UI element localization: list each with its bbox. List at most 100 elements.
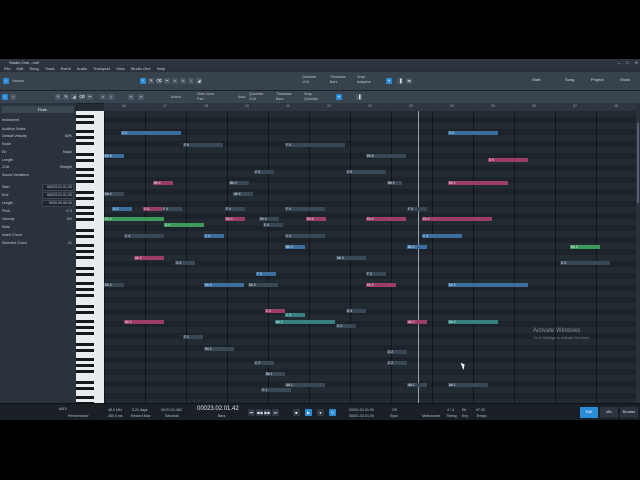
midi-note[interactable]: Eb 4 — [259, 217, 279, 221]
maximize-button[interactable]: □ — [626, 60, 628, 65]
editor-eraser-icon[interactable]: ⌫ — [79, 94, 85, 100]
midi-note[interactable]: G 5 — [121, 131, 181, 135]
midi-note[interactable]: G 4 — [143, 207, 163, 211]
editor-zoom-icon[interactable]: ⌕ — [138, 94, 144, 100]
midi-note[interactable]: Ab 3 — [134, 256, 164, 260]
midi-note[interactable]: F 4 — [162, 207, 182, 211]
pitch-value[interactable]: D 3 — [66, 209, 72, 213]
midi-note[interactable]: Bb 4 — [387, 181, 402, 185]
editor-inspector-button[interactable]: i — [2, 94, 8, 100]
black-key[interactable] — [76, 121, 94, 124]
black-key[interactable] — [76, 115, 94, 118]
instrument-header[interactable]: Flute — [2, 106, 74, 113]
midi-note[interactable]: Bb 4 — [448, 181, 508, 185]
loop-follow-button[interactable]: ▐ — [397, 78, 403, 84]
black-key[interactable] — [76, 174, 94, 177]
bend-tool-icon[interactable]: ∿ — [180, 78, 186, 84]
editor-snap-toggle[interactable]: ⌖ — [336, 94, 342, 100]
black-key[interactable] — [76, 364, 94, 367]
midi-note[interactable]: Eb 3 — [204, 283, 244, 287]
inspector-toggle-button[interactable]: i — [3, 78, 9, 84]
selected-chord-value[interactable]: 01 — [68, 241, 72, 245]
black-key[interactable] — [76, 326, 94, 329]
black-key[interactable] — [76, 206, 94, 209]
black-key[interactable] — [76, 320, 94, 323]
sync-value[interactable]: Off — [392, 408, 397, 412]
black-key[interactable] — [76, 180, 94, 183]
midi-note[interactable]: G 4 — [112, 207, 132, 211]
pencil-tool-icon[interactable]: ✎ — [148, 78, 154, 84]
black-key[interactable] — [76, 168, 94, 171]
editor-timebase-select[interactable]: Bars — [276, 97, 283, 101]
midi-note[interactable]: C 4 — [124, 234, 164, 238]
midi-note[interactable]: Eb 3 — [104, 283, 124, 287]
black-key[interactable] — [76, 282, 94, 285]
midi-note[interactable]: Eb 4 — [306, 217, 326, 221]
midi-note[interactable]: C 4 — [285, 234, 325, 238]
black-key[interactable] — [76, 235, 94, 238]
project-page-button[interactable]: Project — [591, 75, 603, 85]
midi-note[interactable]: C 5 — [346, 170, 386, 174]
length-mode-select[interactable]: Straight — [60, 165, 72, 169]
midi-note[interactable]: D 2 — [387, 350, 407, 354]
piano-keyboard[interactable] — [76, 111, 105, 411]
midi-note[interactable]: Ab 1 — [407, 383, 427, 387]
arrow-tool-icon[interactable]: ↖ — [140, 78, 146, 84]
start-page-button[interactable]: Start — [532, 75, 540, 85]
start-value[interactable]: 00023.01.01.00 — [47, 185, 72, 189]
black-key[interactable] — [76, 256, 94, 259]
black-key[interactable] — [76, 191, 94, 194]
midi-note[interactable]: Eb 3 — [448, 283, 528, 287]
midi-note[interactable]: F 4 — [225, 207, 245, 211]
midi-note[interactable]: Eb 4 — [225, 217, 245, 221]
minimize-button[interactable]: – — [618, 60, 620, 65]
snap-toggle-button[interactable]: ⌖ — [386, 78, 392, 84]
note-color-select[interactable]: Part — [197, 97, 204, 101]
editor-mute-icon[interactable]: × — [100, 94, 106, 100]
loop-icon[interactable]: ↻ — [329, 409, 336, 416]
midi-note[interactable]: C 2 — [254, 361, 274, 365]
midi-note[interactable]: Ab 2 — [407, 320, 427, 324]
midi-note[interactable]: Ab 1 — [448, 383, 488, 387]
eraser-tool-icon[interactable]: ⌫ — [156, 78, 162, 84]
default-velocity-value[interactable]: 80% — [65, 134, 72, 138]
midi-note[interactable]: D 3 — [346, 309, 366, 313]
mute-tool-icon[interactable]: × — [172, 78, 178, 84]
black-key[interactable] — [76, 153, 94, 156]
vertical-scrollbar[interactable] — [636, 103, 640, 403]
midi-note[interactable]: Eb 4 — [104, 217, 164, 221]
midi-note[interactable]: F 3 — [366, 272, 386, 276]
midi-note[interactable]: Eb 3 — [248, 283, 278, 287]
midi-note[interactable]: F 5 — [183, 143, 223, 147]
black-key[interactable] — [76, 244, 94, 247]
playhead-cursor[interactable] — [418, 111, 419, 403]
midi-note[interactable]: C 3 — [285, 313, 305, 317]
midi-note[interactable]: Ab 4 — [104, 192, 124, 196]
velocity-value[interactable]: 0% — [67, 217, 72, 221]
black-key[interactable] — [76, 358, 94, 361]
black-key[interactable] — [76, 130, 94, 133]
split-tool-icon[interactable]: ✂ — [164, 78, 170, 84]
editor-quantize-select[interactable]: 1/16 — [249, 97, 256, 101]
midi-note[interactable]: Eb 3 — [366, 283, 396, 287]
timing-value[interactable]: 4 / 4 — [447, 408, 454, 412]
midi-note[interactable]: Eb 5 — [366, 154, 406, 158]
midi-note[interactable]: F 3 — [256, 272, 276, 276]
paint-tool-icon[interactable]: ◢ — [196, 78, 202, 84]
black-key[interactable] — [76, 294, 94, 297]
action-menu[interactable]: Action — [171, 95, 181, 99]
length-select[interactable]: 1/16 — [2, 165, 9, 169]
forward-icon[interactable]: ▶▶ — [264, 409, 271, 416]
show-page-button[interactable]: Show — [620, 75, 630, 85]
browse-panel-tab[interactable]: Browse — [620, 407, 638, 418]
quantize-select[interactable]: 1/16 — [302, 80, 309, 84]
midi-note[interactable]: Eb 4 — [366, 217, 406, 221]
midi-note[interactable]: Ab 3 — [336, 256, 366, 260]
midi-note[interactable]: F 4 — [407, 207, 427, 211]
note-length-value[interactable]: 0000.00.00.00 — [49, 201, 72, 205]
black-key[interactable] — [76, 288, 94, 291]
black-key[interactable] — [76, 136, 94, 139]
black-key[interactable] — [76, 273, 94, 276]
black-key[interactable] — [76, 332, 94, 335]
listen-tool-icon[interactable]: ♪ — [188, 78, 194, 84]
